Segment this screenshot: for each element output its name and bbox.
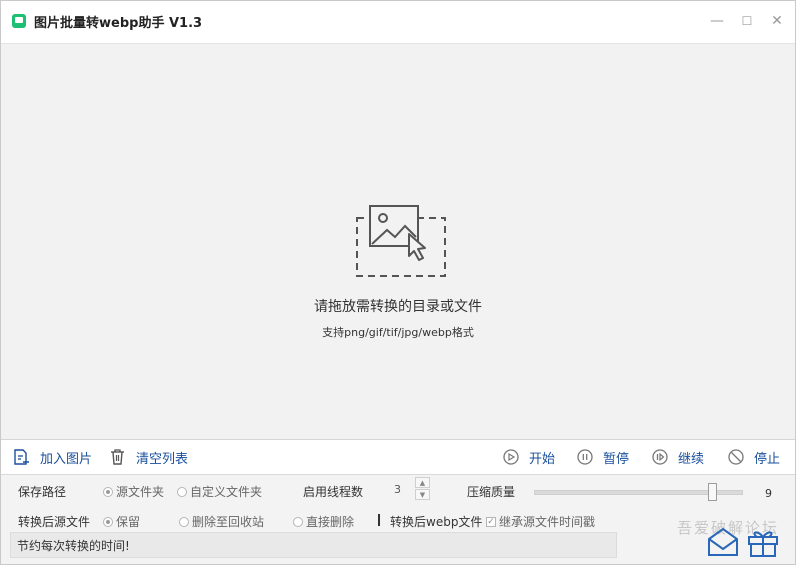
radio-label: 源文件夹 — [116, 485, 165, 499]
minimize-button[interactable]: — — [707, 11, 727, 31]
stop-icon — [728, 449, 744, 465]
stop-label: 停止 — [754, 451, 781, 467]
separator — [378, 514, 380, 526]
radio-indicator — [103, 486, 113, 497]
keep-source-radio[interactable]: 保留 — [103, 513, 140, 530]
play-icon — [503, 449, 519, 465]
radio-label: 直接删除 — [306, 515, 355, 529]
resume-icon — [652, 449, 668, 465]
save-path-custom-radio[interactable]: 自定义文件夹 — [177, 483, 262, 500]
app-window: 图片批量转webp助手 V1.3 — ☐ ✕ 请拖放需转换的目录或文件 支持pn… — [0, 0, 796, 565]
drop-zone[interactable]: 请拖放需转换的目录或文件 支持png/gif/tif/jpg/webp格式 — [1, 44, 795, 440]
clear-list-button[interactable]: 清空列表 — [109, 448, 189, 467]
quality-value: 9 — [765, 487, 772, 500]
add-images-button[interactable]: 加入图片 — [12, 448, 93, 467]
drop-image-icon — [355, 204, 450, 283]
stop-button[interactable]: 停止 — [728, 448, 781, 467]
toolbar: 加入图片 清空列表 开始 暂停 继续 停止 — [1, 440, 795, 475]
radio-label: 删除至回收站 — [192, 515, 265, 529]
app-logo-icon — [12, 14, 26, 28]
save-path-source-radio[interactable]: 源文件夹 — [103, 483, 164, 500]
supported-formats: 支持png/gif/tif/jpg/webp格式 — [322, 326, 474, 339]
status-bar: 节约每次转换的时间! — [10, 532, 617, 558]
radio-indicator — [177, 486, 187, 497]
title-bar[interactable]: 图片批量转webp助手 V1.3 — ☐ ✕ — [1, 1, 795, 44]
source-after-label: 转换后源文件 — [18, 515, 91, 529]
recycle-source-radio[interactable]: 删除至回收站 — [179, 513, 264, 530]
clear-list-label: 清空列表 — [136, 451, 189, 467]
envelope-icon[interactable] — [708, 527, 738, 556]
stepper-up-icon[interactable]: ▲ — [415, 477, 430, 488]
radio-indicator — [179, 516, 189, 527]
threads-label: 启用线程数 — [303, 485, 364, 499]
start-label: 开始 — [529, 451, 556, 467]
checkbox-indicator: ✓ — [486, 516, 496, 527]
threads-stepper[interactable]: ▲ ▼ — [415, 477, 430, 501]
add-images-label: 加入图片 — [40, 451, 93, 467]
resume-label: 继续 — [678, 451, 705, 467]
threads-value[interactable]: 3 — [394, 483, 401, 496]
quality-slider-thumb[interactable] — [708, 483, 717, 501]
resume-button[interactable]: 继续 — [652, 448, 705, 467]
checkbox-label: 继承源文件时间戳 — [499, 515, 596, 529]
pause-icon — [577, 449, 593, 465]
inherit-timestamp-checkbox[interactable]: ✓ 继承源文件时间戳 — [486, 513, 595, 530]
quality-label: 压缩质量 — [467, 485, 516, 499]
pause-label: 暂停 — [603, 451, 630, 467]
close-button[interactable]: ✕ — [767, 11, 787, 31]
radio-label: 自定义文件夹 — [190, 485, 263, 499]
start-button[interactable]: 开始 — [503, 448, 556, 467]
corner-icons — [705, 523, 785, 563]
maximize-button[interactable]: ☐ — [737, 11, 757, 31]
delete-source-radio[interactable]: 直接删除 — [293, 513, 354, 530]
gift-icon[interactable] — [748, 531, 778, 557]
pause-button[interactable]: 暂停 — [577, 448, 630, 467]
add-image-icon — [14, 449, 29, 465]
stepper-down-icon[interactable]: ▼ — [415, 489, 430, 500]
webp-after-label: 转换后webp文件 — [390, 515, 483, 529]
save-path-label: 保存路径 — [18, 485, 67, 499]
radio-label: 保留 — [116, 515, 141, 529]
drop-prompt: 请拖放需转换的目录或文件 — [314, 299, 482, 315]
app-title: 图片批量转webp助手 V1.3 — [34, 16, 203, 31]
trash-icon — [111, 449, 124, 465]
radio-indicator — [103, 516, 113, 527]
radio-indicator — [293, 516, 303, 527]
